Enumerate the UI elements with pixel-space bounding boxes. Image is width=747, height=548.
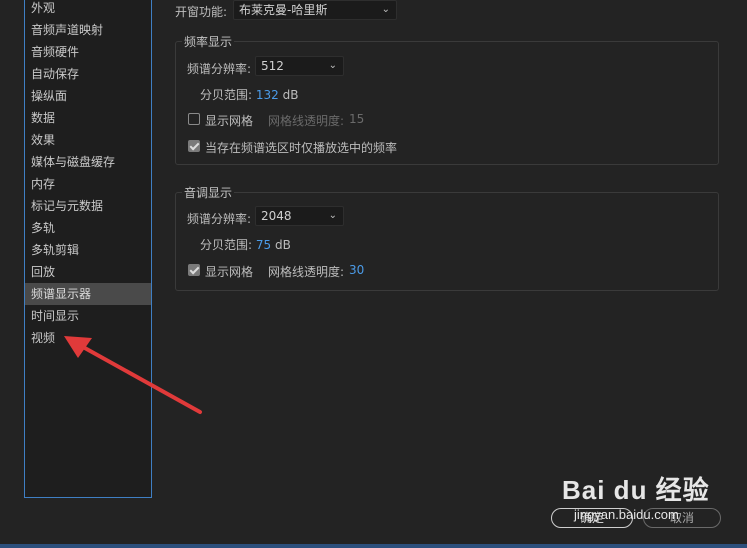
sidebar-item[interactable]: 操纵面	[25, 85, 151, 107]
frequency-show-grid-checkbox[interactable]	[188, 113, 200, 125]
sidebar-item[interactable]: 标记与元数据	[25, 195, 151, 217]
chevron-down-icon: ⌄	[328, 210, 337, 221]
playback-selected-frequencies-label: 当存在频谱选区时仅播放选中的频率	[205, 141, 398, 155]
pitch-display-title: 音调显示	[182, 184, 235, 201]
pitch-db-unit: dB	[274, 238, 291, 252]
pitch-db-range: 分贝范围: 75 dB	[200, 236, 291, 253]
sidebar-item[interactable]: 内存	[25, 173, 151, 195]
frequency-display-title: 频率显示	[182, 33, 235, 50]
preferences-category-list[interactable]: 外观 音频声道映射 音频硬件 自动保存 操纵面 数据 效果 媒体与磁盘缓存 内存 标记与元数据 多轨…	[24, 0, 152, 498]
playback-selected-frequencies-checkbox[interactable]	[188, 140, 200, 152]
frequency-db-unit: dB	[282, 88, 299, 102]
frequency-grid-opacity-value: 15	[349, 112, 365, 126]
sidebar-item[interactable]: 多轨剪辑	[25, 239, 151, 261]
sidebar-item[interactable]: 音频声道映射	[25, 19, 151, 41]
pitch-resolution-dropdown[interactable]: 2048 ⌄	[255, 206, 344, 226]
window-function-value: 布莱克曼-哈里斯	[239, 3, 328, 17]
pitch-grid-opacity-value[interactable]: 30	[349, 263, 364, 277]
frequency-resolution-label: 频谱分辨率:	[187, 62, 252, 76]
sidebar-item[interactable]: 时间显示	[25, 305, 151, 327]
frequency-db-range: 分贝范围: 132 dB	[200, 86, 298, 103]
window-function-label: 开窗功能:	[175, 5, 228, 19]
chevron-down-icon: ⌄	[381, 4, 390, 15]
sidebar-item[interactable]: 自动保存	[25, 63, 151, 85]
watermark-url: jingyan.baidu.com	[574, 507, 679, 522]
chevron-down-icon: ⌄	[328, 60, 337, 71]
pitch-show-grid-checkbox[interactable]	[188, 264, 200, 276]
sidebar-item[interactable]: 回放	[25, 261, 151, 283]
sidebar-item[interactable]: 外观	[25, 0, 151, 19]
window-function-dropdown[interactable]: 布莱克曼-哈里斯 ⌄	[233, 0, 397, 20]
sidebar-item[interactable]: 数据	[25, 107, 151, 129]
frequency-db-label: 分贝范围:	[200, 88, 253, 102]
pitch-db-value[interactable]: 75	[256, 238, 271, 252]
frequency-db-value[interactable]: 132	[256, 88, 279, 102]
category-items: 外观 音频声道映射 音频硬件 自动保存 操纵面 数据 效果 媒体与磁盘缓存 内存 标记与元数据 多轨…	[25, 0, 151, 349]
frequency-show-grid-label: 显示网格	[205, 114, 254, 128]
pitch-resolution-value: 2048	[261, 209, 292, 223]
sidebar-item[interactable]: 音频硬件	[25, 41, 151, 63]
sidebar-item[interactable]: 多轨	[25, 217, 151, 239]
frequency-resolution-value: 512	[261, 59, 284, 73]
baidu-jingyan-watermark: Bai du 经验 jingyan.baidu.com	[562, 470, 710, 522]
window-bottom-edge	[0, 544, 747, 548]
watermark-brand: Bai du 经验	[562, 475, 710, 505]
sidebar-item[interactable]: 媒体与磁盘缓存	[25, 151, 151, 173]
pitch-resolution-label: 频谱分辨率:	[187, 212, 252, 226]
annotation-arrow-icon	[64, 336, 202, 414]
frequency-resolution-dropdown[interactable]: 512 ⌄	[255, 56, 344, 76]
frequency-grid-opacity-label: 网格线透明度:	[268, 114, 345, 128]
pitch-grid-opacity-label: 网格线透明度:	[268, 265, 345, 279]
pitch-show-grid-label: 显示网格	[205, 265, 254, 279]
pitch-db-label: 分贝范围:	[200, 238, 253, 252]
sidebar-item[interactable]: 频谱显示器	[25, 283, 151, 305]
sidebar-item[interactable]: 效果	[25, 129, 151, 151]
